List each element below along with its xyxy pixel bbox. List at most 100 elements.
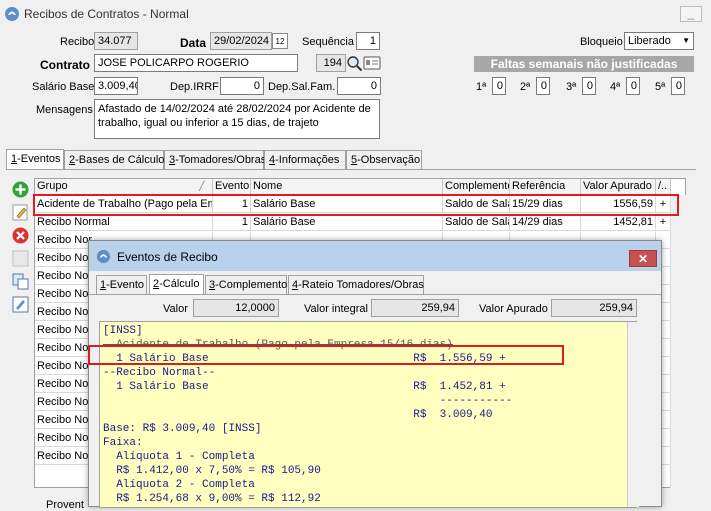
minimize-button[interactable]: _	[680, 6, 702, 22]
falta-5-label: 5ª	[655, 81, 666, 93]
falta-1-label: 1ª	[476, 81, 487, 93]
dialog-tab-evento[interactable]: 1-Evento	[96, 275, 147, 294]
add-icon[interactable]	[11, 180, 30, 199]
mensagens-label: Mensagens	[36, 104, 93, 116]
card-icon[interactable]	[363, 55, 381, 72]
depirrf-field[interactable]: 0	[220, 77, 264, 95]
col-valor-apurado[interactable]: Valor Apurado	[581, 179, 656, 195]
blank-icon[interactable]	[11, 249, 30, 268]
memo-line: R$ 3.009,40	[103, 409, 493, 421]
title-bar: Recibos de Contratos - Normal _	[0, 0, 711, 28]
highlight-memo-box	[88, 345, 564, 365]
dialog-tabs: 1-Evento 2-Cálculo 3-Complemento 4-Ratei…	[96, 274, 656, 295]
mensagens-line-2: trabalho, igual ou inferior a 15 dias, d…	[98, 117, 319, 129]
valor-field[interactable]: 12,0000	[193, 299, 279, 317]
falta-1-field[interactable]: 0	[492, 77, 506, 95]
faltas-title: Faltas semanais não justificadas	[474, 56, 694, 72]
mensagens-field[interactable]: Afastado de 14/02/2024 até 28/02/2024 po…	[94, 99, 380, 139]
search-icon[interactable]	[346, 55, 363, 72]
col-referencia[interactable]: Referência	[510, 179, 581, 195]
memo-line: [INSS]	[103, 325, 143, 337]
recibo-label: Recibo	[60, 36, 95, 48]
col-complemento[interactable]: Complemento	[443, 179, 510, 195]
sort-icon[interactable]: ╱	[199, 181, 204, 192]
mensagens-line-1: Afastado de 14/02/2024 até 28/02/2024 po…	[98, 103, 371, 115]
depsalfam-field[interactable]: 0	[337, 77, 381, 95]
tab-observacao[interactable]: 5-Observação	[346, 150, 422, 170]
copy-icon[interactable]	[11, 272, 30, 291]
sequencia-field[interactable]: 1	[356, 32, 380, 50]
memo-line: Faixa:	[103, 437, 143, 449]
valor-integral-field[interactable]: 259,94	[371, 299, 459, 317]
contrato-codigo-field[interactable]: 194	[316, 54, 346, 72]
contrato-label: Contrato	[40, 58, 90, 72]
table-cell-grupo[interactable]: Recibo Normal	[35, 214, 213, 231]
memo-line: Base: R$ 3.009,40 [INSS]	[103, 423, 262, 435]
falta-4-label: 4ª	[610, 81, 621, 93]
tab-divider	[6, 169, 696, 170]
valor-label: Valor	[163, 303, 188, 315]
table-cell-nome[interactable]: Salário Base	[251, 214, 443, 231]
memo-line: Alíquota 2 - Completa	[103, 479, 255, 491]
falta-4-field[interactable]: 0	[626, 77, 640, 95]
tab-eventos[interactable]: 1-Eventos	[6, 149, 64, 170]
bloqueio-select[interactable]: Liberado ▼	[624, 32, 694, 50]
falta-2-field[interactable]: 0	[536, 77, 550, 95]
contrato-nome-field[interactable]: JOSE POLICARPO ROGERIO	[94, 54, 298, 72]
table-cell-valor[interactable]: 1452,81	[581, 214, 656, 231]
falta-3-field[interactable]: 0	[582, 77, 596, 95]
falta-2-label: 2ª	[520, 81, 531, 93]
col-nome[interactable]: Nome	[251, 179, 443, 195]
col-grupo[interactable]: Grupo	[35, 179, 213, 195]
tab-bases-calculo[interactable]: 2-Bases de Cálculo	[64, 150, 164, 170]
col-extra[interactable]: /..	[656, 179, 671, 195]
col-evento[interactable]: Evento	[213, 179, 251, 195]
table-cell-complemento[interactable]: Saldo de Salá	[443, 214, 510, 231]
calendar-icon[interactable]: 12	[272, 33, 288, 49]
highlight-row-box	[33, 194, 679, 216]
data-field[interactable]: 29/02/2024	[210, 32, 272, 50]
table-cell-evento[interactable]: 1	[213, 214, 251, 231]
dialog-tab-divider	[89, 294, 661, 295]
data-label: Data	[180, 36, 207, 50]
tab-informacoes[interactable]: 4-Informações	[264, 150, 346, 170]
memo-line: Alíquota 1 - Completa	[103, 451, 255, 463]
salario-label: Salário Base	[32, 81, 95, 93]
edit-icon[interactable]	[11, 203, 30, 222]
document-edit-icon[interactable]	[11, 295, 30, 314]
recibo-field[interactable]: 34.077	[94, 32, 138, 50]
eventos-recibo-dialog: Eventos de Recibo ✕ 1-Evento 2-Cálculo 3…	[88, 240, 662, 508]
memo-line: R$ 1.254,68 x 9,00% = R$ 112,92	[103, 493, 321, 505]
dialog-tab-rateio[interactable]: 4-Rateio Tomadores/Obras	[288, 275, 424, 294]
valor-apurado-field[interactable]: 259,94	[551, 299, 637, 317]
tab-tomadores-obras[interactable]: 3-Tomadores/Obras	[164, 150, 266, 170]
table-cell-sinal[interactable]: +	[656, 214, 671, 231]
sequencia-label: Sequência	[302, 36, 354, 48]
valor-apurado-label: Valor Apurado	[479, 303, 548, 315]
dialog-title-bar: Eventos de Recibo ✕	[89, 241, 661, 271]
memo-line: --Recibo Normal--	[103, 367, 216, 379]
app-icon	[5, 7, 19, 21]
memo-line: -----------	[103, 395, 513, 407]
chevron-down-icon: ▼	[682, 36, 690, 45]
window-title: Recibos de Contratos - Normal	[24, 7, 189, 21]
bloqueio-value: Liberado	[628, 35, 671, 47]
depirrf-label: Dep.IRRF	[170, 81, 219, 93]
proventos-label: Provent	[46, 499, 84, 511]
falta-5-field[interactable]: 0	[671, 77, 685, 95]
memo-scrollbar[interactable]	[627, 322, 639, 507]
salario-field[interactable]: 3.009,40	[94, 77, 138, 95]
memo-line: R$ 1.412,00 x 7,50% = R$ 105,90	[103, 465, 321, 477]
dialog-tab-complemento[interactable]: 3-Complemento	[205, 275, 287, 294]
falta-3-label: 3ª	[566, 81, 577, 93]
grid-scrollbar[interactable]	[670, 195, 686, 488]
dialog-close-button[interactable]: ✕	[629, 250, 657, 267]
depsalfam-label: Dep.Sal.Fam.	[268, 81, 336, 93]
dialog-app-icon	[96, 249, 111, 264]
valor-integral-label: Valor integral	[304, 303, 368, 315]
bloqueio-label: Bloqueio	[580, 36, 623, 48]
table-cell-referencia[interactable]: 14/29 dias	[510, 214, 581, 231]
memo-line: 1 Salário Base R$ 1.452,81 +	[103, 381, 506, 393]
delete-icon[interactable]	[11, 226, 30, 245]
dialog-tab-calculo[interactable]: 2-Cálculo	[149, 274, 204, 294]
